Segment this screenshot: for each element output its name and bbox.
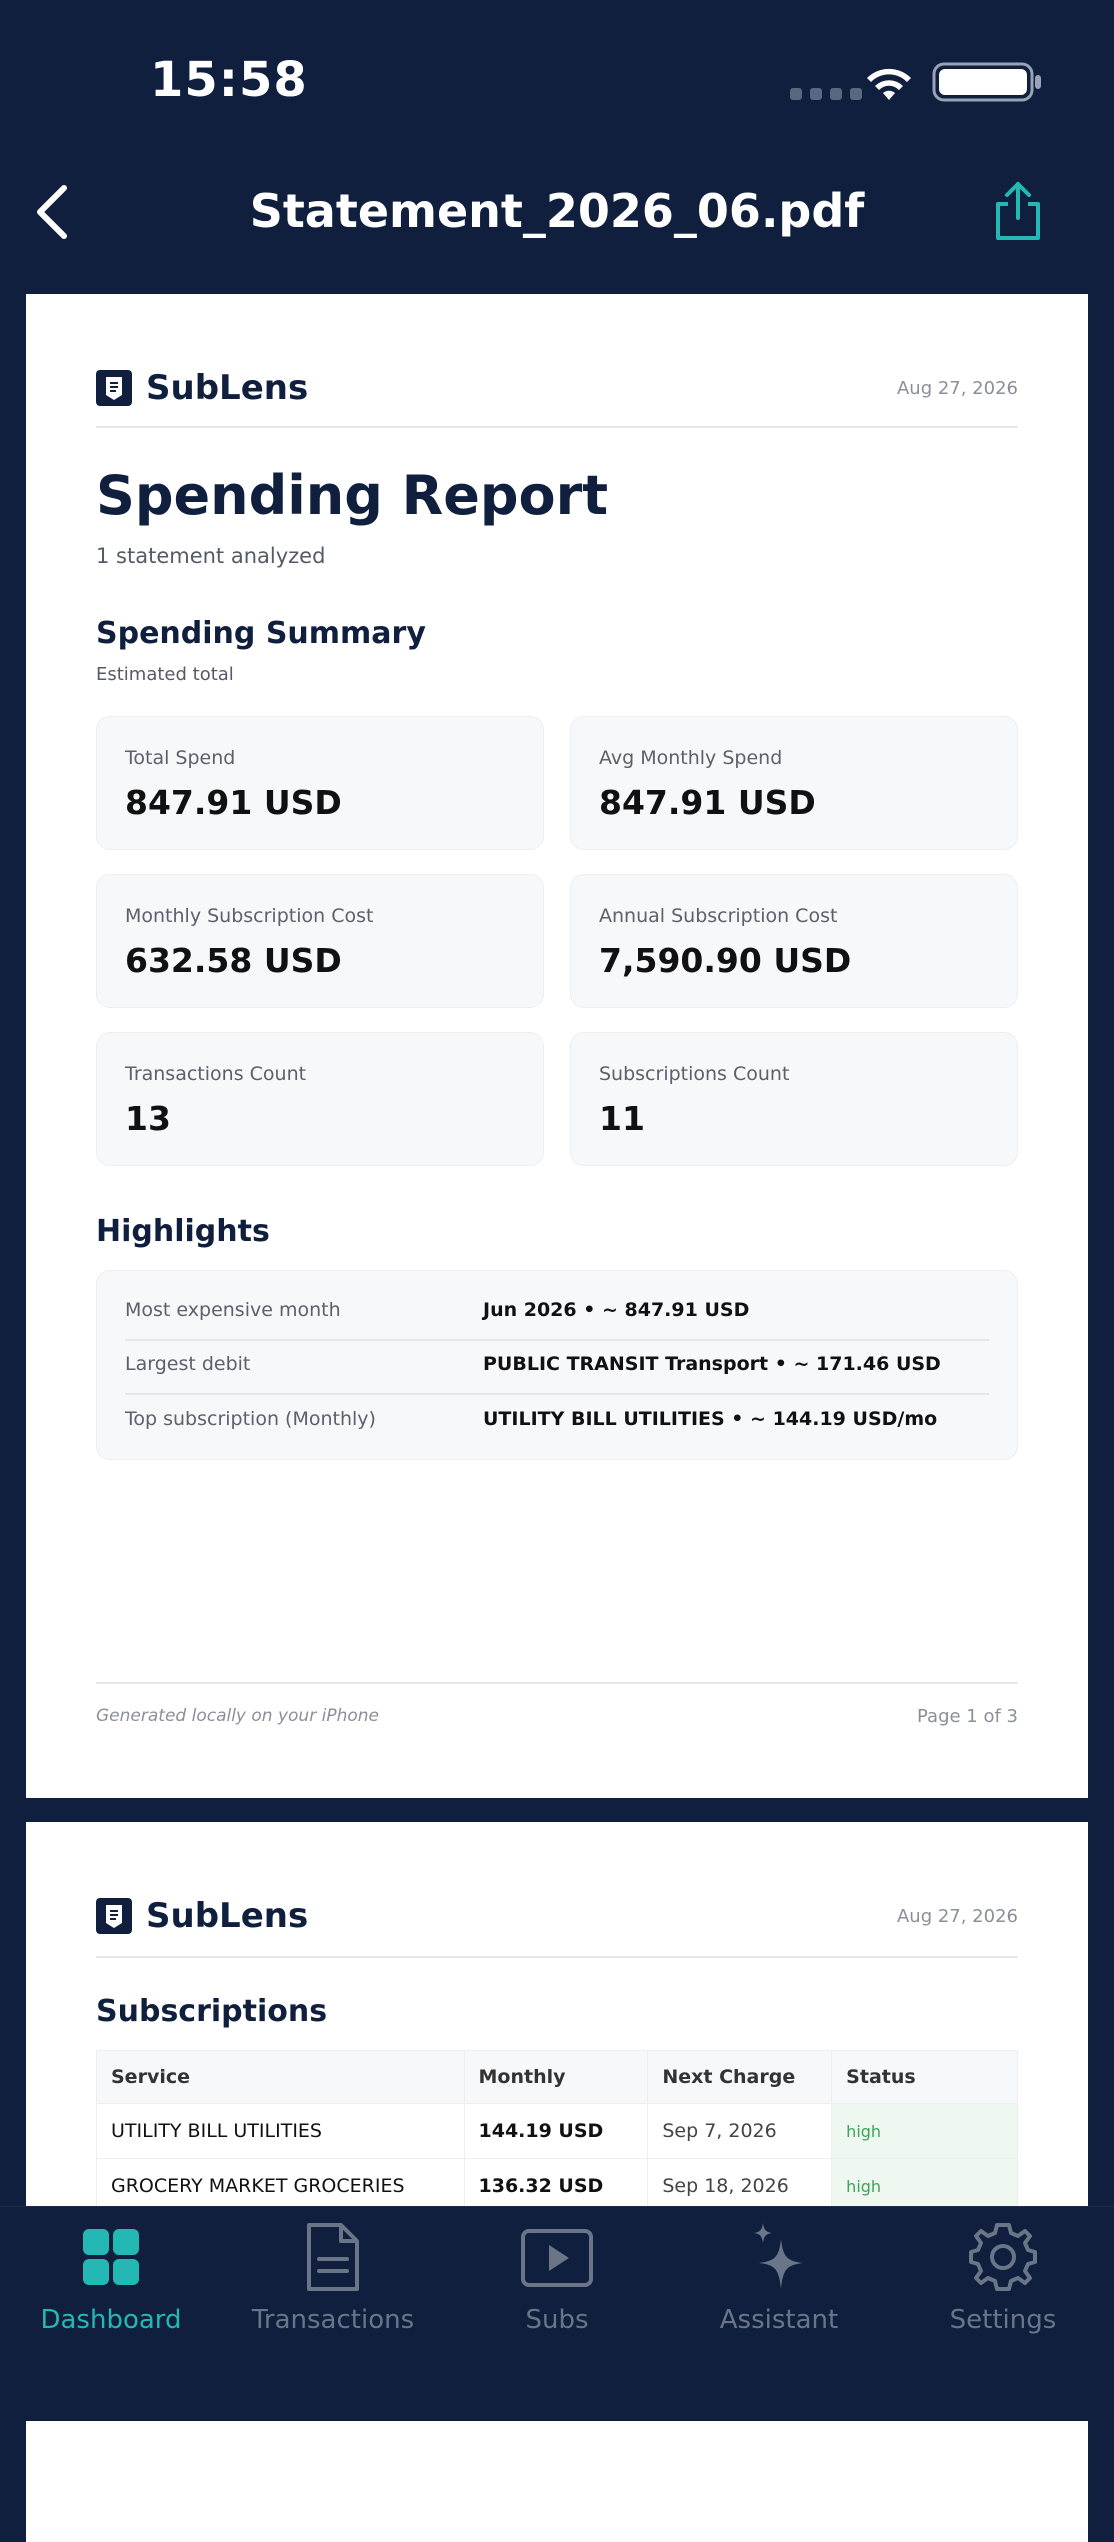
card-value: 13 xyxy=(125,1099,171,1138)
card-label: Avg Monthly Spend xyxy=(599,747,783,769)
card-label: Subscriptions Count xyxy=(599,1063,790,1085)
table-header-row: Service Monthly Next Charge Status xyxy=(96,2050,1018,2104)
cellular-signal-icon xyxy=(790,88,862,100)
dashboard-grid-icon xyxy=(83,2229,139,2285)
pdf-page-1: SubLens Aug 27, 2026 Spending Report 1 s… xyxy=(26,294,1088,1798)
card-label: Annual Subscription Cost xyxy=(599,905,838,927)
card-label: Monthly Subscription Cost xyxy=(125,905,374,927)
status-time: 15:58 xyxy=(150,52,308,108)
table-row: UTILITY BILL UTILITIES 144.19 USD Sep 7,… xyxy=(96,2103,1018,2159)
monthly-cell: 144.19 USD xyxy=(463,2103,649,2159)
highlights-box: Most expensive month Jun 2026 • ~ 847.91… xyxy=(96,1270,1018,1460)
document-icon xyxy=(307,2223,359,2291)
document-title: Statement_2026_06.pdf xyxy=(249,184,865,238)
status-bar: 15:58 xyxy=(0,0,1114,160)
tab-bar: Dashboard Transactions Subs Assistant Se… xyxy=(0,2206,1114,2421)
highlights-title: Highlights xyxy=(96,1214,270,1249)
card-label: Transactions Count xyxy=(125,1063,307,1085)
service-cell: UTILITY BILL UTILITIES xyxy=(96,2103,465,2159)
tab-label: Subs xyxy=(525,2305,589,2335)
sublens-logo-icon xyxy=(96,370,132,406)
tab-label: Dashboard xyxy=(40,2305,182,2335)
tab-dashboard[interactable]: Dashboard xyxy=(0,2207,222,2357)
column-header: Monthly xyxy=(463,2050,649,2104)
summary-card: Monthly Subscription Cost 632.58 USD xyxy=(96,874,544,1008)
footer-divider xyxy=(96,1682,1018,1684)
summary-card: Avg Monthly Spend 847.91 USD xyxy=(570,716,1018,850)
sublens-logo-icon xyxy=(96,1898,132,1934)
tab-label: Transactions xyxy=(251,2305,415,2335)
brand-header: SubLens xyxy=(96,1896,308,1936)
report-title: Spending Report xyxy=(96,464,609,527)
highlight-value: UTILITY BILL UTILITIES • ~ 144.19 USD/mo xyxy=(483,1408,938,1430)
report-subtitle: 1 statement analyzed xyxy=(96,544,326,568)
header-divider xyxy=(96,1956,1018,1958)
share-icon[interactable] xyxy=(990,178,1046,242)
brand-name: SubLens xyxy=(146,1896,309,1936)
tab-transactions[interactable]: Transactions xyxy=(222,2207,444,2357)
summary-card: Annual Subscription Cost 7,590.90 USD xyxy=(570,874,1018,1008)
summary-card: Transactions Count 13 xyxy=(96,1032,544,1166)
highlight-key: Most expensive month xyxy=(125,1299,341,1321)
summary-card: Total Spend 847.91 USD xyxy=(96,716,544,850)
highlight-row: Largest debit PUBLIC TRANSIT Transport •… xyxy=(125,1337,989,1391)
spending-summary-title: Spending Summary xyxy=(96,616,426,651)
column-header: Next Charge xyxy=(647,2050,833,2104)
tab-settings[interactable]: Settings xyxy=(892,2207,1114,2357)
status-badge: high xyxy=(831,2103,1018,2159)
column-header: Service xyxy=(96,2050,465,2104)
next-charge-cell: Sep 7, 2026 xyxy=(647,2103,833,2159)
tab-label: Assistant xyxy=(719,2305,839,2335)
footer-note: Generated locally on your iPhone xyxy=(96,1706,379,1726)
card-value: 7,590.90 USD xyxy=(599,941,852,980)
card-value: 847.91 USD xyxy=(599,783,816,822)
highlight-key: Largest debit xyxy=(125,1353,251,1375)
tab-assistant[interactable]: Assistant xyxy=(668,2207,890,2357)
report-date: Aug 27, 2026 xyxy=(896,378,1018,399)
wifi-icon xyxy=(867,68,911,100)
header-divider xyxy=(96,426,1018,428)
page-number: Page 1 of 3 xyxy=(917,1706,1018,1727)
card-value: 632.58 USD xyxy=(125,941,342,980)
highlight-value: PUBLIC TRANSIT Transport • ~ 171.46 USD xyxy=(483,1353,941,1375)
highlight-value: Jun 2026 • ~ 847.91 USD xyxy=(483,1299,750,1321)
play-square-icon xyxy=(521,2229,593,2287)
summary-card: Subscriptions Count 11 xyxy=(570,1032,1018,1166)
sparkles-icon xyxy=(754,2223,803,2289)
highlight-key: Top subscription (Monthly) xyxy=(125,1408,376,1430)
highlight-row: Most expensive month Jun 2026 • ~ 847.91… xyxy=(125,1283,989,1337)
card-label: Total Spend xyxy=(125,747,236,769)
tab-subs[interactable]: Subs xyxy=(446,2207,668,2357)
battery-icon xyxy=(932,62,1041,102)
column-header: Status xyxy=(831,2050,1018,2104)
subscriptions-table: Service Monthly Next Charge Status UTILI… xyxy=(96,2050,1018,2214)
pdf-page-2: SubLens Aug 27, 2026 Subscriptions Servi… xyxy=(26,1822,1088,2542)
spending-summary-note: Estimated total xyxy=(96,664,234,685)
card-value: 847.91 USD xyxy=(125,783,342,822)
subscriptions-title: Subscriptions xyxy=(96,1994,328,2029)
brand-name: SubLens xyxy=(146,368,309,408)
brand-header: SubLens xyxy=(96,368,308,408)
gear-icon xyxy=(969,2223,1037,2291)
highlight-row: Top subscription (Monthly) UTILITY BILL … xyxy=(125,1392,989,1446)
card-value: 11 xyxy=(599,1099,645,1138)
tab-label: Settings xyxy=(949,2305,1057,2335)
report-date: Aug 27, 2026 xyxy=(896,1906,1018,1927)
